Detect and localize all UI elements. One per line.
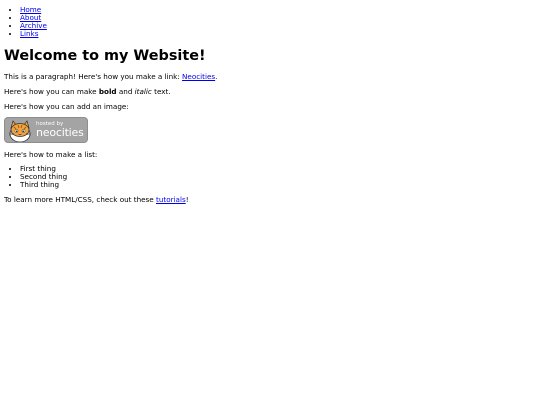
italic-text: italic: [134, 87, 152, 96]
badge-neocities-text: neocities: [36, 126, 84, 139]
nav-item-links: Links: [20, 30, 47, 38]
page-title: Welcome to my Website!: [4, 48, 206, 64]
bold-text: bold: [98, 87, 117, 96]
formatting-text-end: text.: [151, 87, 171, 96]
paragraph-link-intro: This is a paragraph! Here's how you make…: [4, 72, 217, 81]
tutorials-link[interactable]: tutorials: [156, 195, 186, 204]
tutorials-text-pre: To learn more HTML/CSS, check out these: [4, 195, 157, 204]
nav-link-links[interactable]: Links: [20, 29, 38, 38]
paragraph-list-intro: Here's how to make a list:: [4, 150, 98, 159]
formatting-text-pre: Here's how you can make: [4, 87, 99, 96]
formatting-text-mid: and: [116, 87, 135, 96]
neocities-cat-icon: [8, 120, 32, 142]
tutorials-text-end: !: [185, 195, 189, 204]
example-list: First thing Second thing Third thing: [12, 165, 67, 189]
paragraph-period: .: [215, 72, 218, 81]
paragraph-text: This is a paragraph! Here's how you make…: [4, 72, 183, 81]
list-item: Third thing: [20, 181, 67, 189]
paragraph-tutorials: To learn more HTML/CSS, check out these …: [4, 195, 189, 204]
paragraph-image-intro: Here's how you can add an image:: [4, 102, 129, 111]
page: Home About Archive Links Welcome to my W…: [0, 0, 540, 405]
hosted-by-neocities-badge: hosted by neocities: [4, 117, 88, 143]
paragraph-formatting: Here's how you can make bold and italic …: [4, 87, 171, 96]
neocities-link[interactable]: Neocities: [182, 72, 215, 81]
nav-list: Home About Archive Links: [12, 6, 47, 38]
